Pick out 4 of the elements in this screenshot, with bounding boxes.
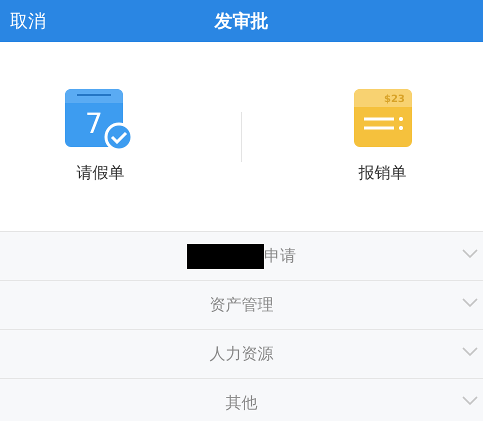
page-title: 发审批 (214, 10, 268, 34)
shortcut-button[interactable]: $23 报销单 (322, 88, 443, 184)
cancel-button[interactable]: 取消 (0, 8, 56, 34)
shortcut-button[interactable]: 7 请假单 (40, 88, 160, 184)
